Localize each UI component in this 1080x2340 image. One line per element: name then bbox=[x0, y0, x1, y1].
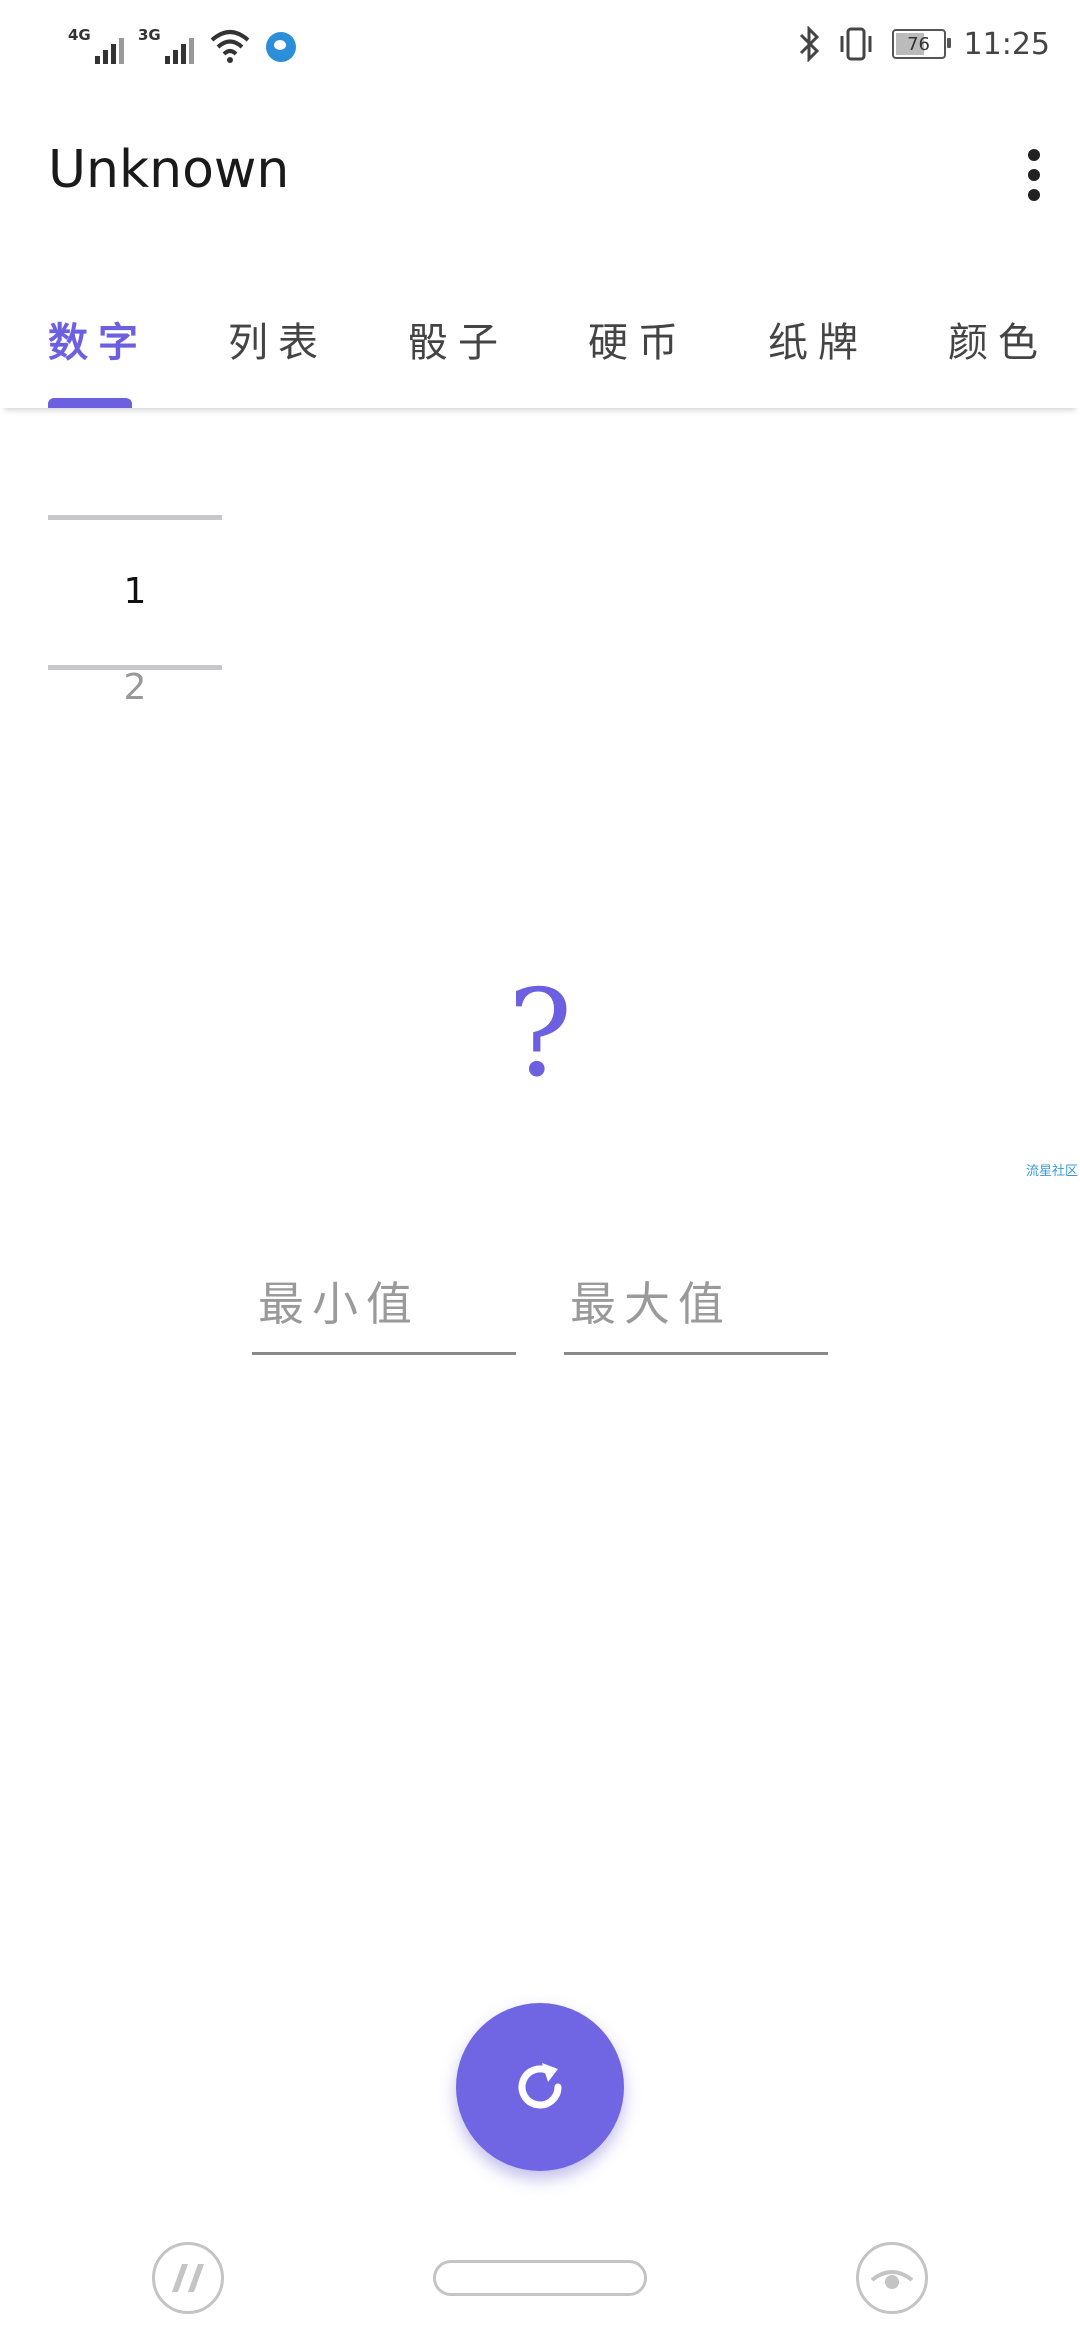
status-left: 4G 3G bbox=[68, 22, 296, 66]
more-vert-icon[interactable] bbox=[1014, 140, 1054, 210]
notification-app-icon bbox=[266, 32, 296, 62]
tab-number[interactable]: 数字 bbox=[48, 310, 148, 368]
result-display: ? bbox=[507, 965, 573, 1104]
tab-list[interactable]: 列表 bbox=[228, 310, 328, 368]
tab-indicator bbox=[48, 398, 132, 408]
tab-cards[interactable]: 纸牌 bbox=[768, 310, 868, 368]
network-type-2: 3G bbox=[138, 26, 161, 44]
bluetooth-icon bbox=[799, 26, 819, 62]
cell-signal-icon: 3G bbox=[138, 26, 194, 66]
nav-app-icon bbox=[172, 2264, 204, 2292]
status-bar: 4G 3G 76 11:25 bbox=[0, 0, 1080, 90]
cell-signal-icon: 4G bbox=[68, 26, 124, 66]
eye-icon bbox=[870, 2270, 914, 2289]
clock: 11:25 bbox=[963, 26, 1050, 62]
tab-color[interactable]: 颜色 bbox=[948, 310, 1048, 368]
picker-current-value: 1 bbox=[123, 571, 147, 612]
nav-eye-button[interactable] bbox=[856, 2242, 928, 2314]
battery-icon: 76 bbox=[891, 29, 951, 59]
refresh-icon bbox=[518, 2063, 562, 2109]
max-value-input[interactable] bbox=[564, 1255, 828, 1355]
refresh-button[interactable] bbox=[456, 2003, 624, 2171]
network-type-1: 4G bbox=[68, 26, 91, 44]
wifi-icon bbox=[210, 30, 250, 63]
app-title: Unknown bbox=[48, 140, 290, 200]
tab-dice[interactable]: 骰子 bbox=[408, 310, 508, 368]
battery-level: 76 bbox=[907, 33, 930, 55]
floating-community-link[interactable]: 流星社区 bbox=[1026, 1160, 1078, 1179]
status-right: 76 11:25 bbox=[798, 22, 1050, 66]
count-picker[interactable]: 1 2 bbox=[48, 515, 222, 715]
vibrate-icon bbox=[840, 27, 872, 61]
nav-home-pill[interactable] bbox=[433, 2260, 647, 2296]
tab-coin[interactable]: 硬币 bbox=[588, 310, 688, 368]
picker-next-value[interactable]: 2 bbox=[48, 667, 222, 708]
picker-divider-top bbox=[48, 515, 222, 520]
min-value-input[interactable] bbox=[252, 1255, 516, 1355]
nav-back-button[interactable] bbox=[152, 2242, 224, 2314]
tab-bar: 数字 列表 骰子 硬币 纸牌 颜色 bbox=[0, 290, 1080, 408]
